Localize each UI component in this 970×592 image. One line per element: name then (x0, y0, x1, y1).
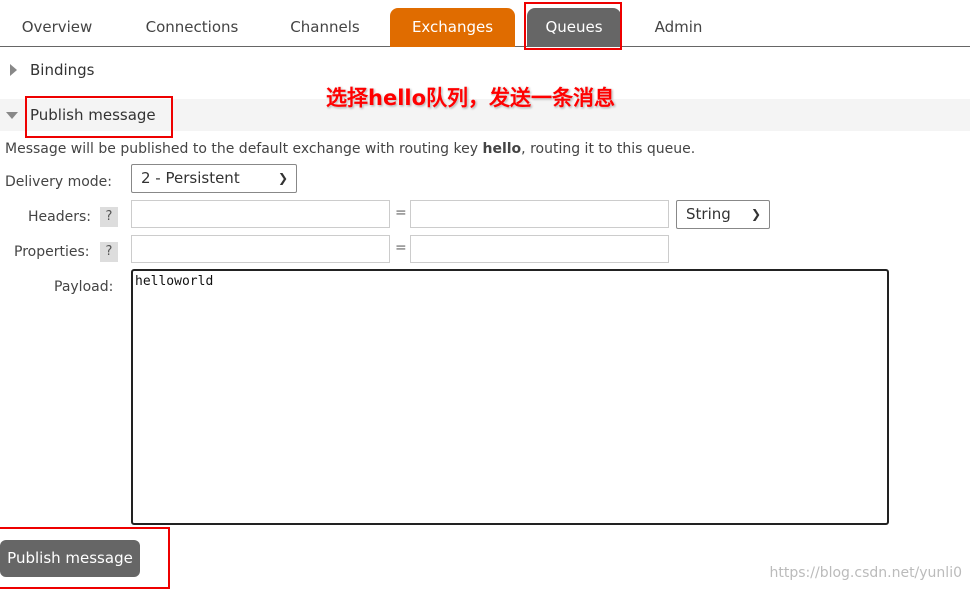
tab-channels[interactable]: Channels (272, 8, 378, 47)
delivery-mode-select[interactable]: 2 - Persistent ❯ (131, 164, 297, 193)
desc-prefix: Message will be published to the default… (5, 141, 483, 157)
payload-label: Payload: (54, 279, 114, 295)
tab-connections[interactable]: Connections (127, 8, 257, 47)
payload-textarea[interactable]: helloworld (131, 269, 889, 525)
bindings-heading: Bindings (30, 61, 95, 79)
publish-description: Message will be published to the default… (5, 141, 695, 157)
caret-down-icon (6, 112, 18, 119)
watermark: https://blog.csdn.net/yunli0 (769, 565, 962, 581)
chevron-down-icon: ❯ (750, 207, 761, 221)
property-key-input[interactable] (131, 235, 390, 263)
header-value-input[interactable] (410, 200, 669, 228)
tab-queues[interactable]: Queues (527, 8, 621, 47)
annotation-text: 选择hello队列，发送一条消息 (326, 86, 616, 110)
nav-tabs: Overview Connections Channels Exchanges … (0, 0, 970, 47)
delivery-mode-label: Delivery mode: (5, 174, 112, 190)
desc-suffix: , routing it to this queue. (521, 141, 696, 157)
routing-key: hello (482, 141, 522, 157)
property-value-input[interactable] (410, 235, 669, 263)
headers-label: Headers: (28, 209, 91, 225)
header-type-select[interactable]: String ❯ (676, 200, 770, 229)
header-type-value: String (686, 205, 731, 223)
tab-overview[interactable]: Overview (0, 8, 114, 47)
publish-heading: Publish message (30, 106, 156, 124)
chevron-down-icon: ❯ (277, 171, 288, 185)
header-key-input[interactable] (131, 200, 390, 228)
tab-exchanges[interactable]: Exchanges (390, 8, 515, 47)
properties-help-button[interactable]: ? (100, 242, 118, 262)
tab-admin[interactable]: Admin (636, 8, 721, 47)
equals-sign: = (395, 240, 407, 256)
publish-message-button[interactable]: Publish message (0, 540, 140, 577)
equals-sign: = (395, 205, 407, 221)
properties-label: Properties: (14, 244, 90, 260)
caret-right-icon (10, 64, 17, 76)
headers-help-button[interactable]: ? (100, 207, 118, 227)
delivery-mode-value: 2 - Persistent (141, 169, 240, 187)
